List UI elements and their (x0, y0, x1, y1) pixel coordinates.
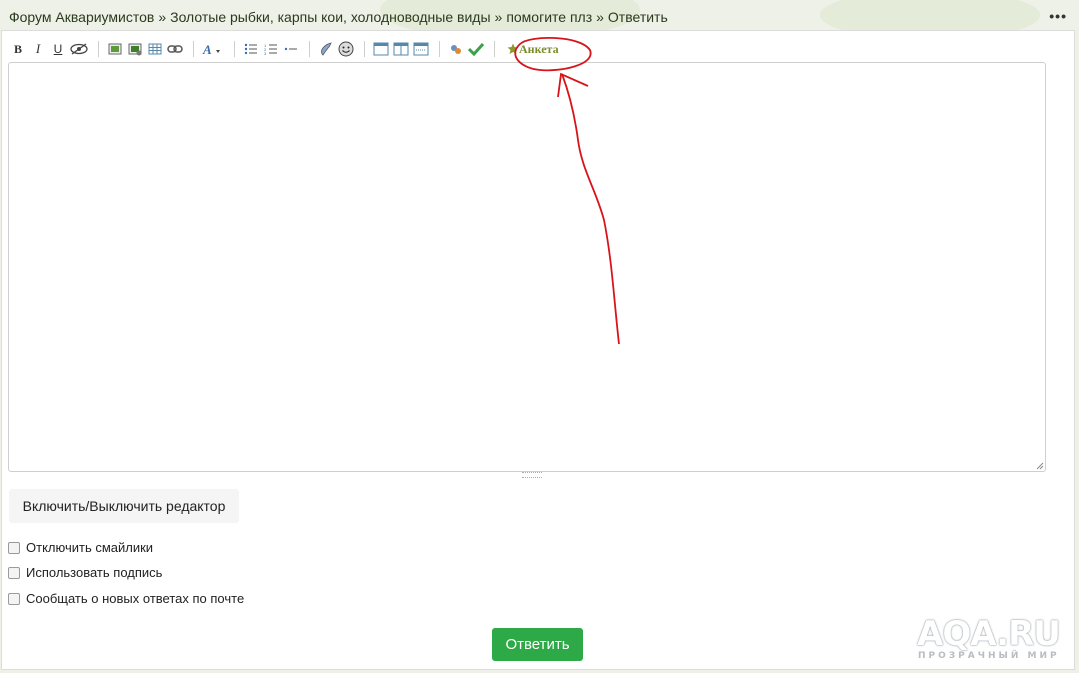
reply-submit-button[interactable]: Ответить (492, 628, 583, 661)
quote-icon[interactable] (318, 40, 334, 58)
toolbar-divider (234, 41, 235, 57)
breadcrumb-separator: » (494, 9, 503, 25)
toolbar-divider (439, 41, 440, 57)
editor-resize-handle[interactable] (522, 472, 542, 478)
bold-button[interactable]: B (10, 40, 26, 58)
toolbar-divider (193, 41, 194, 57)
underline-button[interactable]: U (50, 40, 66, 58)
disable-smilies-option[interactable]: Отключить смайлики (8, 540, 153, 555)
numbered-list-icon[interactable]: 123 (263, 40, 279, 58)
toolbar-divider (364, 41, 365, 57)
anketa-label: Анкета (519, 41, 559, 56)
use-signature-option[interactable]: Использовать подпись (8, 565, 162, 580)
checkmark-icon[interactable] (468, 40, 484, 58)
watermark-logo-text: AQA.RU (917, 614, 1061, 654)
table-icon[interactable] (147, 40, 163, 58)
image-icon[interactable] (107, 40, 123, 58)
watermark-tagline: ПРОЗРАЧНЫЙ МИР (918, 651, 1060, 661)
email-notify-label: Сообщать о новых ответах по почте (26, 591, 245, 606)
bullet-list-icon[interactable] (243, 40, 259, 58)
site-watermark: AQA.RU ПРОЗРАЧНЫЙ МИР (917, 614, 1072, 664)
italic-button[interactable]: I (30, 40, 46, 58)
svg-text:3: 3 (264, 51, 267, 55)
disable-smilies-checkbox[interactable] (8, 541, 20, 554)
layout-single-icon[interactable] (373, 40, 389, 58)
smiley-icon[interactable] (338, 40, 354, 58)
anketa-button[interactable]: Анкета (507, 42, 559, 57)
email-notify-option[interactable]: Сообщать о новых ответах по почте (8, 591, 244, 606)
breadcrumb-topic-link[interactable]: помогите плз (506, 9, 592, 25)
hide-eye-icon[interactable] (70, 40, 88, 58)
upload-image-icon[interactable] (127, 40, 143, 58)
breadcrumb-section-link[interactable]: Золотые рыбки, карпы кои, холодноводные … (170, 9, 490, 25)
svg-text:A: A (202, 42, 212, 56)
font-style-icon[interactable]: A (202, 40, 224, 58)
toolbar-divider (98, 41, 99, 57)
toolbar-divider (494, 41, 495, 57)
toggle-editor-button[interactable]: Включить/Выключить редактор (9, 489, 239, 523)
email-notify-checkbox[interactable] (8, 592, 20, 605)
editor-toolbar: B I U A 123 Анкета (10, 40, 559, 58)
breadcrumb-separator: » (158, 9, 167, 25)
resize-grip-icon[interactable] (1035, 461, 1044, 470)
breadcrumb-forum-link[interactable]: Форум Аквариумистов (9, 9, 154, 25)
toolbar-divider (309, 41, 310, 57)
breadcrumb-current: Ответить (607, 9, 668, 25)
use-signature-checkbox[interactable] (8, 566, 20, 579)
message-textarea[interactable] (8, 62, 1046, 472)
use-signature-label: Использовать подпись (26, 565, 163, 580)
list-item-icon[interactable] (283, 40, 299, 58)
reply-panel: B I U A 123 Анкета Включить/Выключить ре… (1, 30, 1075, 670)
more-menu-icon[interactable]: ••• (1049, 8, 1067, 24)
anketa-icon (507, 43, 519, 54)
layout-spoiler-icon[interactable] (413, 40, 429, 58)
link-icon[interactable] (167, 40, 183, 58)
layout-columns-icon[interactable] (393, 40, 409, 58)
breadcrumb-separator: » (596, 9, 604, 25)
breadcrumb: Форум Аквариумистов » Золотые рыбки, кар… (9, 7, 668, 27)
disable-smilies-label: Отключить смайлики (26, 540, 154, 555)
fish-icon[interactable] (448, 40, 464, 58)
